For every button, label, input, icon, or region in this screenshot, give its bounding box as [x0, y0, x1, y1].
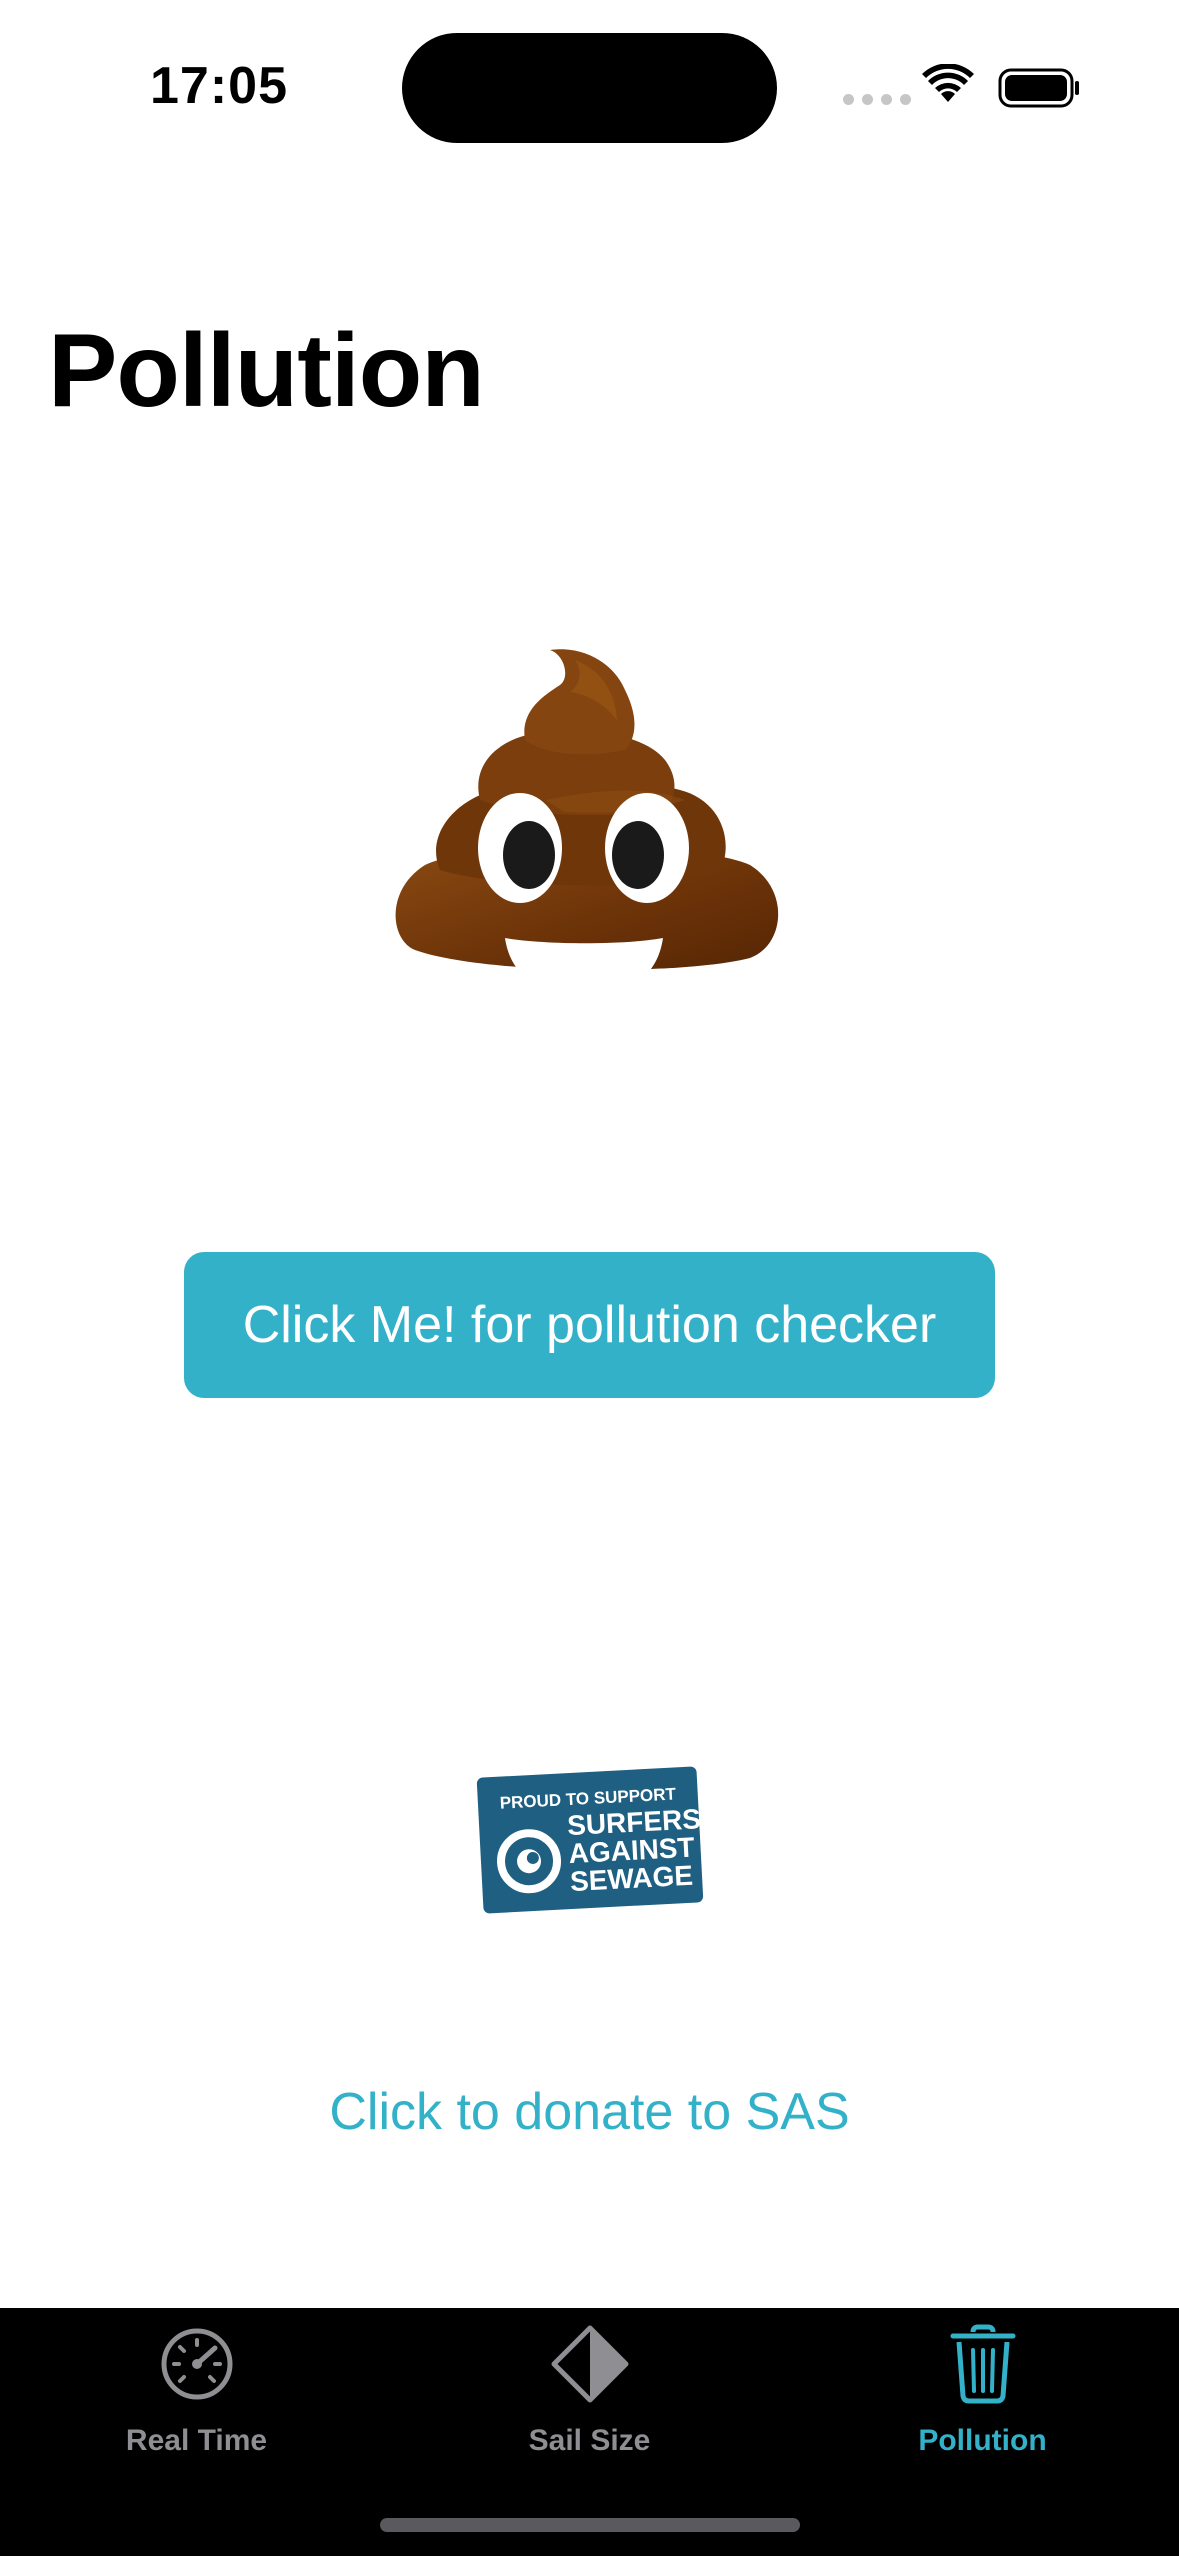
tab-real-time[interactable]: Real Time: [0, 2316, 393, 2466]
tab-label: Pollution: [918, 2424, 1047, 2457]
status-time: 17:05: [150, 57, 288, 115]
dynamic-island: [402, 33, 777, 143]
pollution-checker-button[interactable]: Click Me! for pollution checker: [184, 1252, 995, 1398]
cellular-signal-icon: [843, 94, 911, 105]
pollution-screen: 17:05 Pollution Click Me! for pollution …: [0, 0, 1179, 2556]
tab-label: Real Time: [125, 2424, 268, 2457]
tab-pollution[interactable]: Pollution: [786, 2316, 1179, 2466]
tab-label: Sail Size: [528, 2424, 651, 2457]
wifi-icon: [922, 64, 974, 102]
home-indicator[interactable]: [380, 2518, 800, 2532]
page-title: Pollution: [48, 313, 485, 429]
trash-icon: [950, 2324, 1015, 2404]
donate-sas-link[interactable]: Click to donate to SAS: [0, 2082, 1179, 2142]
sail-diamond-icon: [551, 2325, 628, 2403]
tab-sail-size[interactable]: Sail Size: [393, 2316, 786, 2466]
pile-of-poo-icon: [395, 649, 779, 995]
svg-text:SEWAGE: SEWAGE: [569, 1860, 693, 1897]
speedometer-icon: [161, 2328, 232, 2400]
battery-icon: [998, 68, 1079, 108]
surfers-against-sewage-logo[interactable]: PROUD TO SUPPORT SURFERS AGAINST SEWAGE: [472, 1762, 708, 1918]
